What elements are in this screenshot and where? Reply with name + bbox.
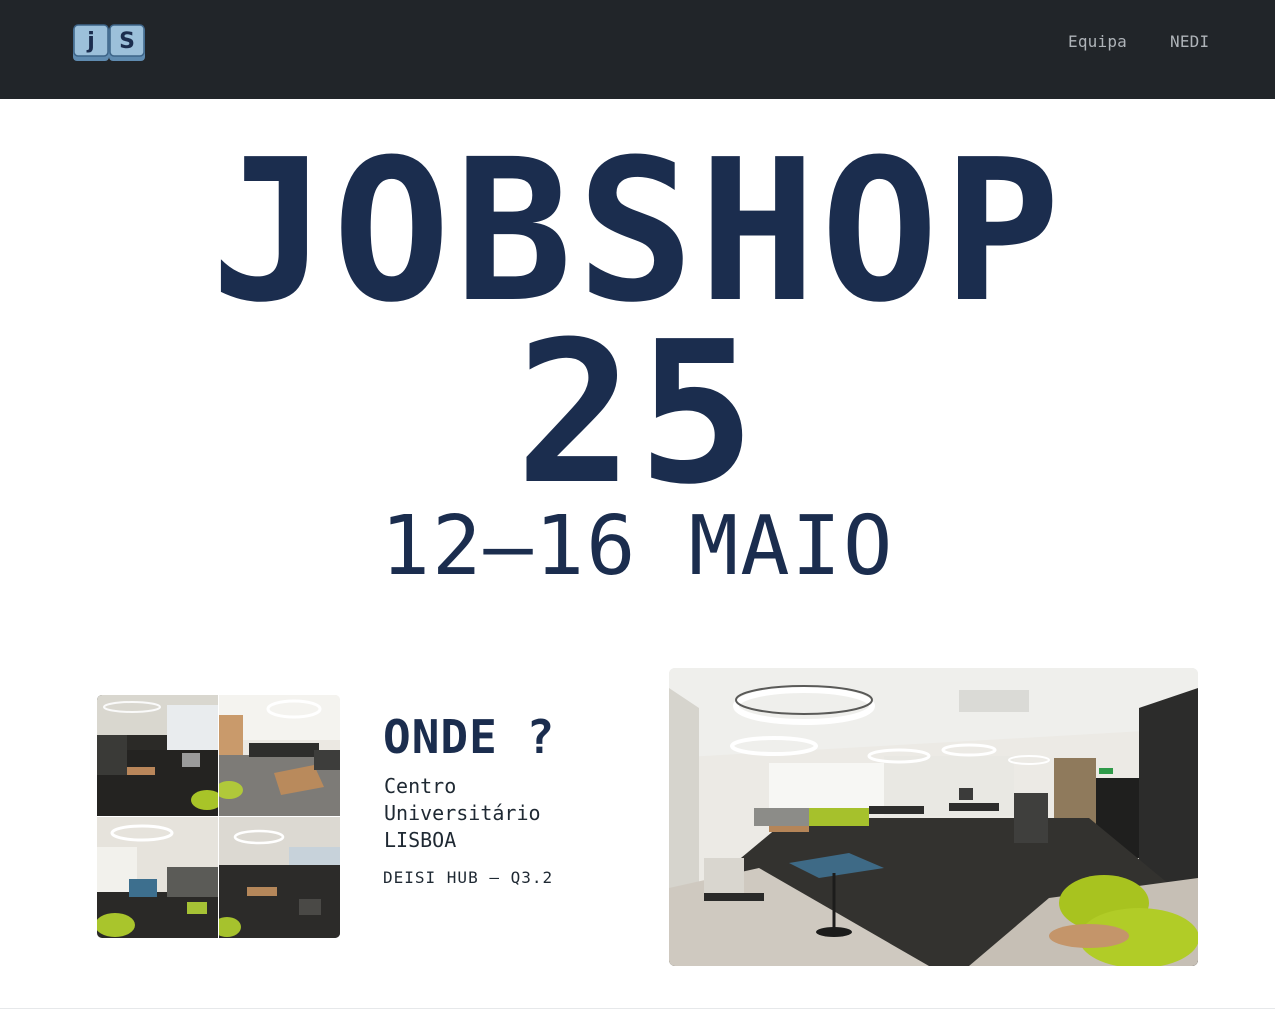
svg-text:S: S <box>119 29 135 54</box>
lounge-room-photo <box>669 668 1198 966</box>
svg-text:j: j <box>86 29 95 54</box>
section-divider <box>0 1008 1275 1009</box>
navbar: j S Equipa NEDI <box>0 0 1275 99</box>
location-heading: ONDE ? <box>383 710 556 764</box>
logo-home-link[interactable]: j S <box>72 23 146 63</box>
nav-link-equipa[interactable]: Equipa <box>1068 32 1127 51</box>
address-line: LISBOA <box>384 828 457 852</box>
hero-date: 12–16 MAIO <box>380 499 895 594</box>
collage-photo-2 <box>219 695 340 816</box>
hero-title-line-2: 25 <box>515 300 760 528</box>
collage-photo-1 <box>97 695 218 816</box>
collage-photo-3 <box>97 817 218 938</box>
address-line: Universitário <box>384 801 541 825</box>
room-label: DEISI HUB – Q3.2 <box>383 868 554 887</box>
nav-link-nedi[interactable]: NEDI <box>1170 32 1209 51</box>
venue-photo-collage <box>97 695 340 938</box>
address-line: Centro <box>384 774 457 798</box>
collage-photo-4 <box>219 817 340 938</box>
js-logo-icon: j S <box>73 24 145 61</box>
